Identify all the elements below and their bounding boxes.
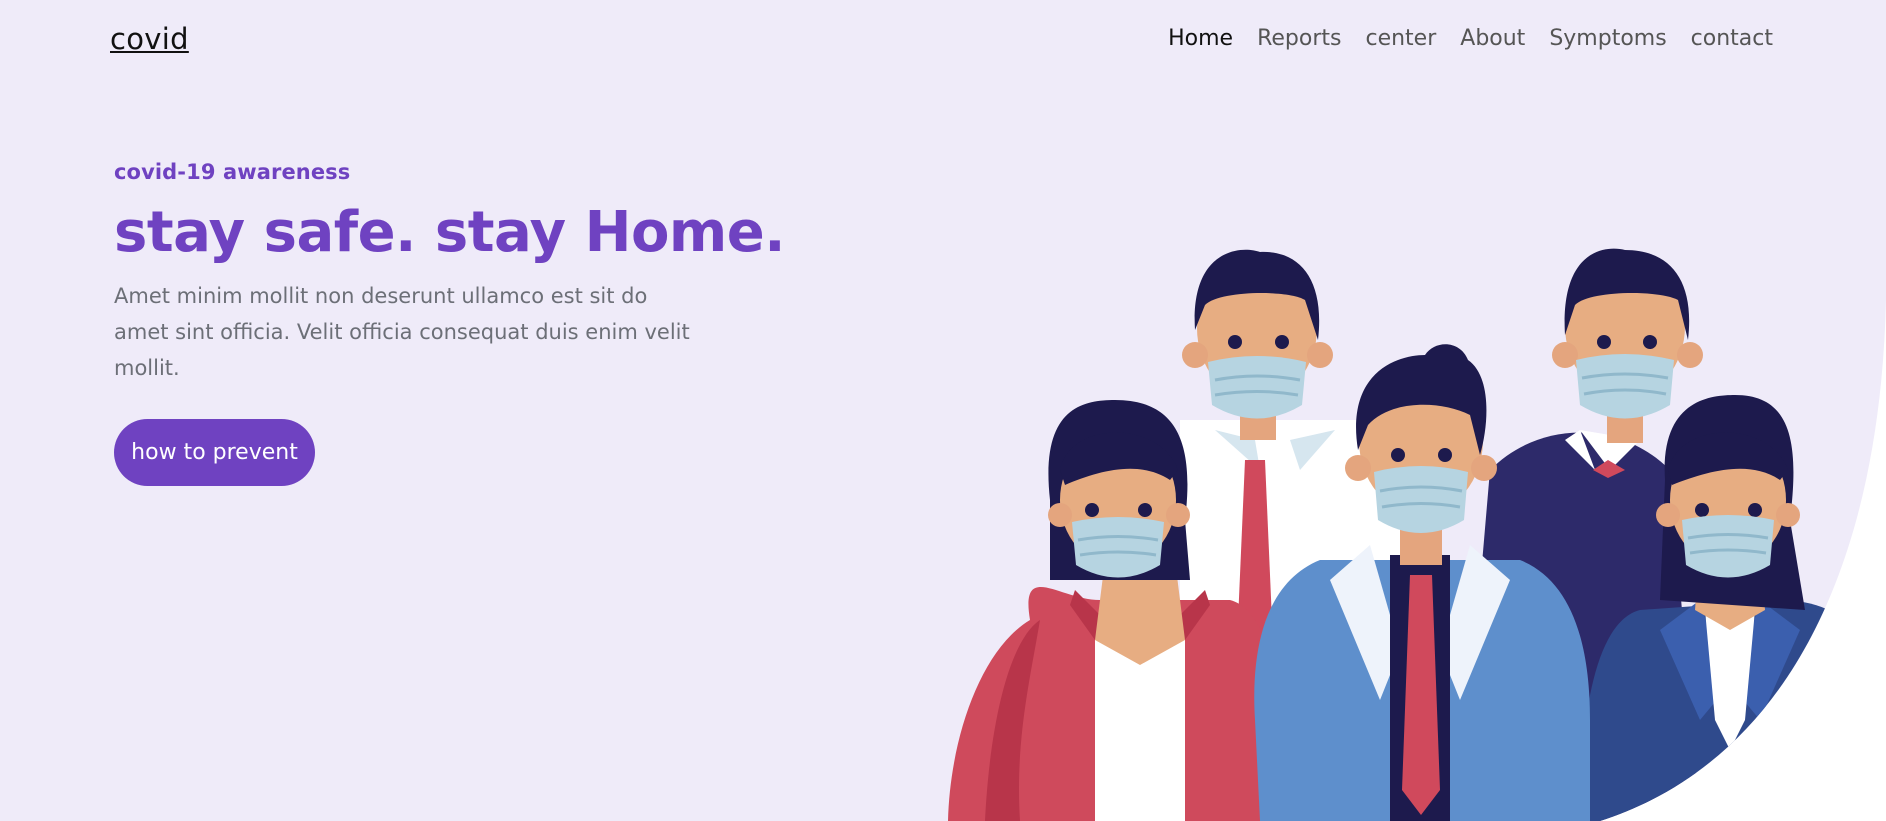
nav-item-center: center [1365,26,1436,51]
nav-link-symptoms[interactable]: Symptoms [1549,26,1666,51]
nav-link-center[interactable]: center [1365,26,1436,51]
how-to-prevent-button[interactable]: how to prevent [114,419,315,486]
nav-item-contact: contact [1691,26,1773,51]
hero-headline: stay safe. stay Home. [114,200,786,265]
masked-people-illustration [948,248,1870,821]
navbar: covid Home Reports center About Symptoms… [0,0,1886,80]
nav-item-symptoms: Symptoms [1549,26,1666,51]
brand-logo[interactable]: covid [110,22,189,56]
nav-item-about: About [1460,26,1525,51]
nav-item-home: Home [1168,26,1233,51]
nav-item-reports: Reports [1257,26,1341,51]
nav-link-about[interactable]: About [1460,26,1525,51]
hero-section: covid-19 awareness stay safe. stay Home.… [114,160,786,386]
page: covid Home Reports center About Symptoms… [0,0,1886,821]
nav-link-home[interactable]: Home [1168,26,1233,51]
person-center-man [1254,344,1590,821]
hero-lead: Amet minim mollit non deserunt ullamco e… [114,283,690,380]
hero-eyebrow: covid-19 awareness [114,160,351,184]
nav-menu: Home Reports center About Symptoms conta… [1168,26,1773,51]
nav-link-contact[interactable]: contact [1691,26,1773,51]
nav-link-reports[interactable]: Reports [1257,26,1341,51]
